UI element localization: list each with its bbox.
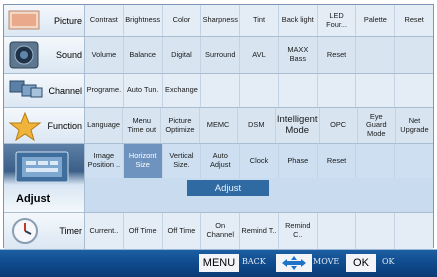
menu-item[interactable]: Auto Adjust [201, 144, 241, 178]
menu-row-function[interactable]: Function Language Menu Time out Picture … [4, 108, 433, 144]
menu-item[interactable]: Reset [317, 144, 357, 178]
move-action-label: MOVE [313, 257, 340, 266]
menu-item[interactable]: Brightness [124, 5, 163, 36]
menu-row-timer[interactable]: Timer Current.. Off Time Off Time On Cha… [4, 213, 433, 249]
menu-item [356, 144, 396, 178]
menu-item [356, 74, 396, 107]
category-sound[interactable]: Sound [4, 37, 85, 73]
menu-item [279, 74, 318, 107]
menu-item[interactable]: Exchange [163, 74, 202, 107]
menu-item[interactable]: Digital [163, 37, 202, 73]
menu-item [201, 74, 241, 107]
menu-item[interactable]: DSM [238, 108, 276, 143]
speaker-icon [9, 41, 39, 69]
picture-icon [8, 10, 40, 30]
category-label: Function [47, 120, 82, 131]
menu-item[interactable]: Contrast [85, 5, 124, 36]
menu-item[interactable]: Eye Guard Mode [358, 108, 396, 143]
menu-item[interactable]: Image Position .. [85, 144, 124, 178]
menu-item[interactable]: MEMC [200, 108, 238, 143]
menu-item[interactable]: Clock [240, 144, 279, 178]
category-label: Sound [55, 50, 82, 60]
move-arrows-icon [282, 256, 306, 270]
menu-item[interactable]: Tint [240, 5, 279, 36]
menu-item[interactable]: Intelligent Mode [276, 108, 320, 143]
category-picture[interactable]: Picture [4, 5, 85, 36]
category-label: Timer [59, 226, 82, 236]
display-icon [15, 151, 69, 183]
footer-help-bar: MENU BACK MOVE OK OK [0, 249, 437, 277]
menu-item[interactable]: Reset [318, 37, 357, 73]
menu-item[interactable]: Current.. [85, 213, 124, 249]
menu-item[interactable]: Off Time [124, 213, 163, 249]
menu-item[interactable]: Back light [279, 5, 318, 36]
menu-action-label: BACK [242, 257, 266, 266]
menu-item[interactable]: Color [163, 5, 202, 36]
menu-item [240, 74, 279, 107]
menu-item[interactable]: LED Four... [318, 5, 357, 36]
menu-item [395, 213, 433, 249]
menu-item [356, 213, 396, 249]
settings-menu-panel: Picture Contrast Brightness Color Sharpn… [3, 4, 434, 249]
menu-item[interactable]: Palette [356, 5, 396, 36]
menu-row-picture[interactable]: Picture Contrast Brightness Color Sharpn… [4, 5, 433, 37]
menu-item[interactable]: Remind T.. [240, 213, 279, 249]
menu-row-channel[interactable]: Channel Programe. Auto Tun. Exchange [4, 74, 433, 108]
menu-item [395, 37, 433, 73]
menu-item[interactable]: Volume [85, 37, 124, 73]
menu-item[interactable]: Surround [201, 37, 241, 73]
menu-item[interactable]: Programe. [85, 74, 124, 107]
menu-item[interactable]: OPC [320, 108, 358, 143]
category-adjust[interactable]: Adjust [4, 144, 85, 212]
clock-icon [12, 218, 38, 244]
menu-item[interactable]: Vertical Size. [162, 144, 202, 178]
menu-row-sound[interactable]: Sound Volume Balance Digital Surround AV… [4, 37, 433, 74]
menu-item [395, 144, 434, 178]
menu-item[interactable]: Menu Time out [123, 108, 162, 143]
menu-item[interactable]: Picture Optimize [161, 108, 200, 143]
category-label: Channel [48, 85, 82, 96]
move-key-button[interactable] [276, 254, 312, 272]
category-function[interactable]: Function [4, 108, 85, 143]
menu-item[interactable]: On Channel [201, 213, 241, 249]
menu-item[interactable]: Phase [278, 144, 318, 178]
category-timer[interactable]: Timer [4, 213, 85, 249]
category-channel[interactable]: Channel [4, 74, 85, 107]
star-icon [8, 111, 42, 141]
menu-row-adjust[interactable]: Adjust Image Position .. Horizont Size V… [4, 144, 434, 213]
menu-item [318, 213, 357, 249]
menu-item-selected[interactable]: Horizont Size [123, 144, 163, 178]
menu-item[interactable]: Remind C.. [279, 213, 318, 249]
menu-item[interactable]: Auto Tun. [124, 74, 163, 107]
ok-action-label: OK [382, 257, 395, 266]
menu-item [395, 74, 433, 107]
menu-item[interactable]: Reset [395, 5, 433, 36]
menu-item[interactable]: AVL [240, 37, 279, 73]
category-label: Adjust [16, 193, 51, 205]
menu-item[interactable]: Balance [124, 37, 163, 73]
channel-icon [9, 80, 43, 98]
menu-item[interactable]: Language [85, 108, 124, 143]
menu-key-button[interactable]: MENU [199, 254, 239, 272]
submenu-title-bar: Adjust [187, 180, 269, 196]
category-label: Picture [53, 15, 82, 26]
menu-item[interactable]: MAXX Bass [279, 37, 318, 73]
menu-item [356, 37, 396, 73]
ok-key-button[interactable]: OK [346, 254, 376, 272]
menu-item[interactable]: Off Time [163, 213, 202, 249]
menu-item [318, 74, 357, 107]
menu-item[interactable]: Sharpness [201, 5, 241, 36]
menu-item[interactable]: Net Upgrade [396, 108, 433, 143]
